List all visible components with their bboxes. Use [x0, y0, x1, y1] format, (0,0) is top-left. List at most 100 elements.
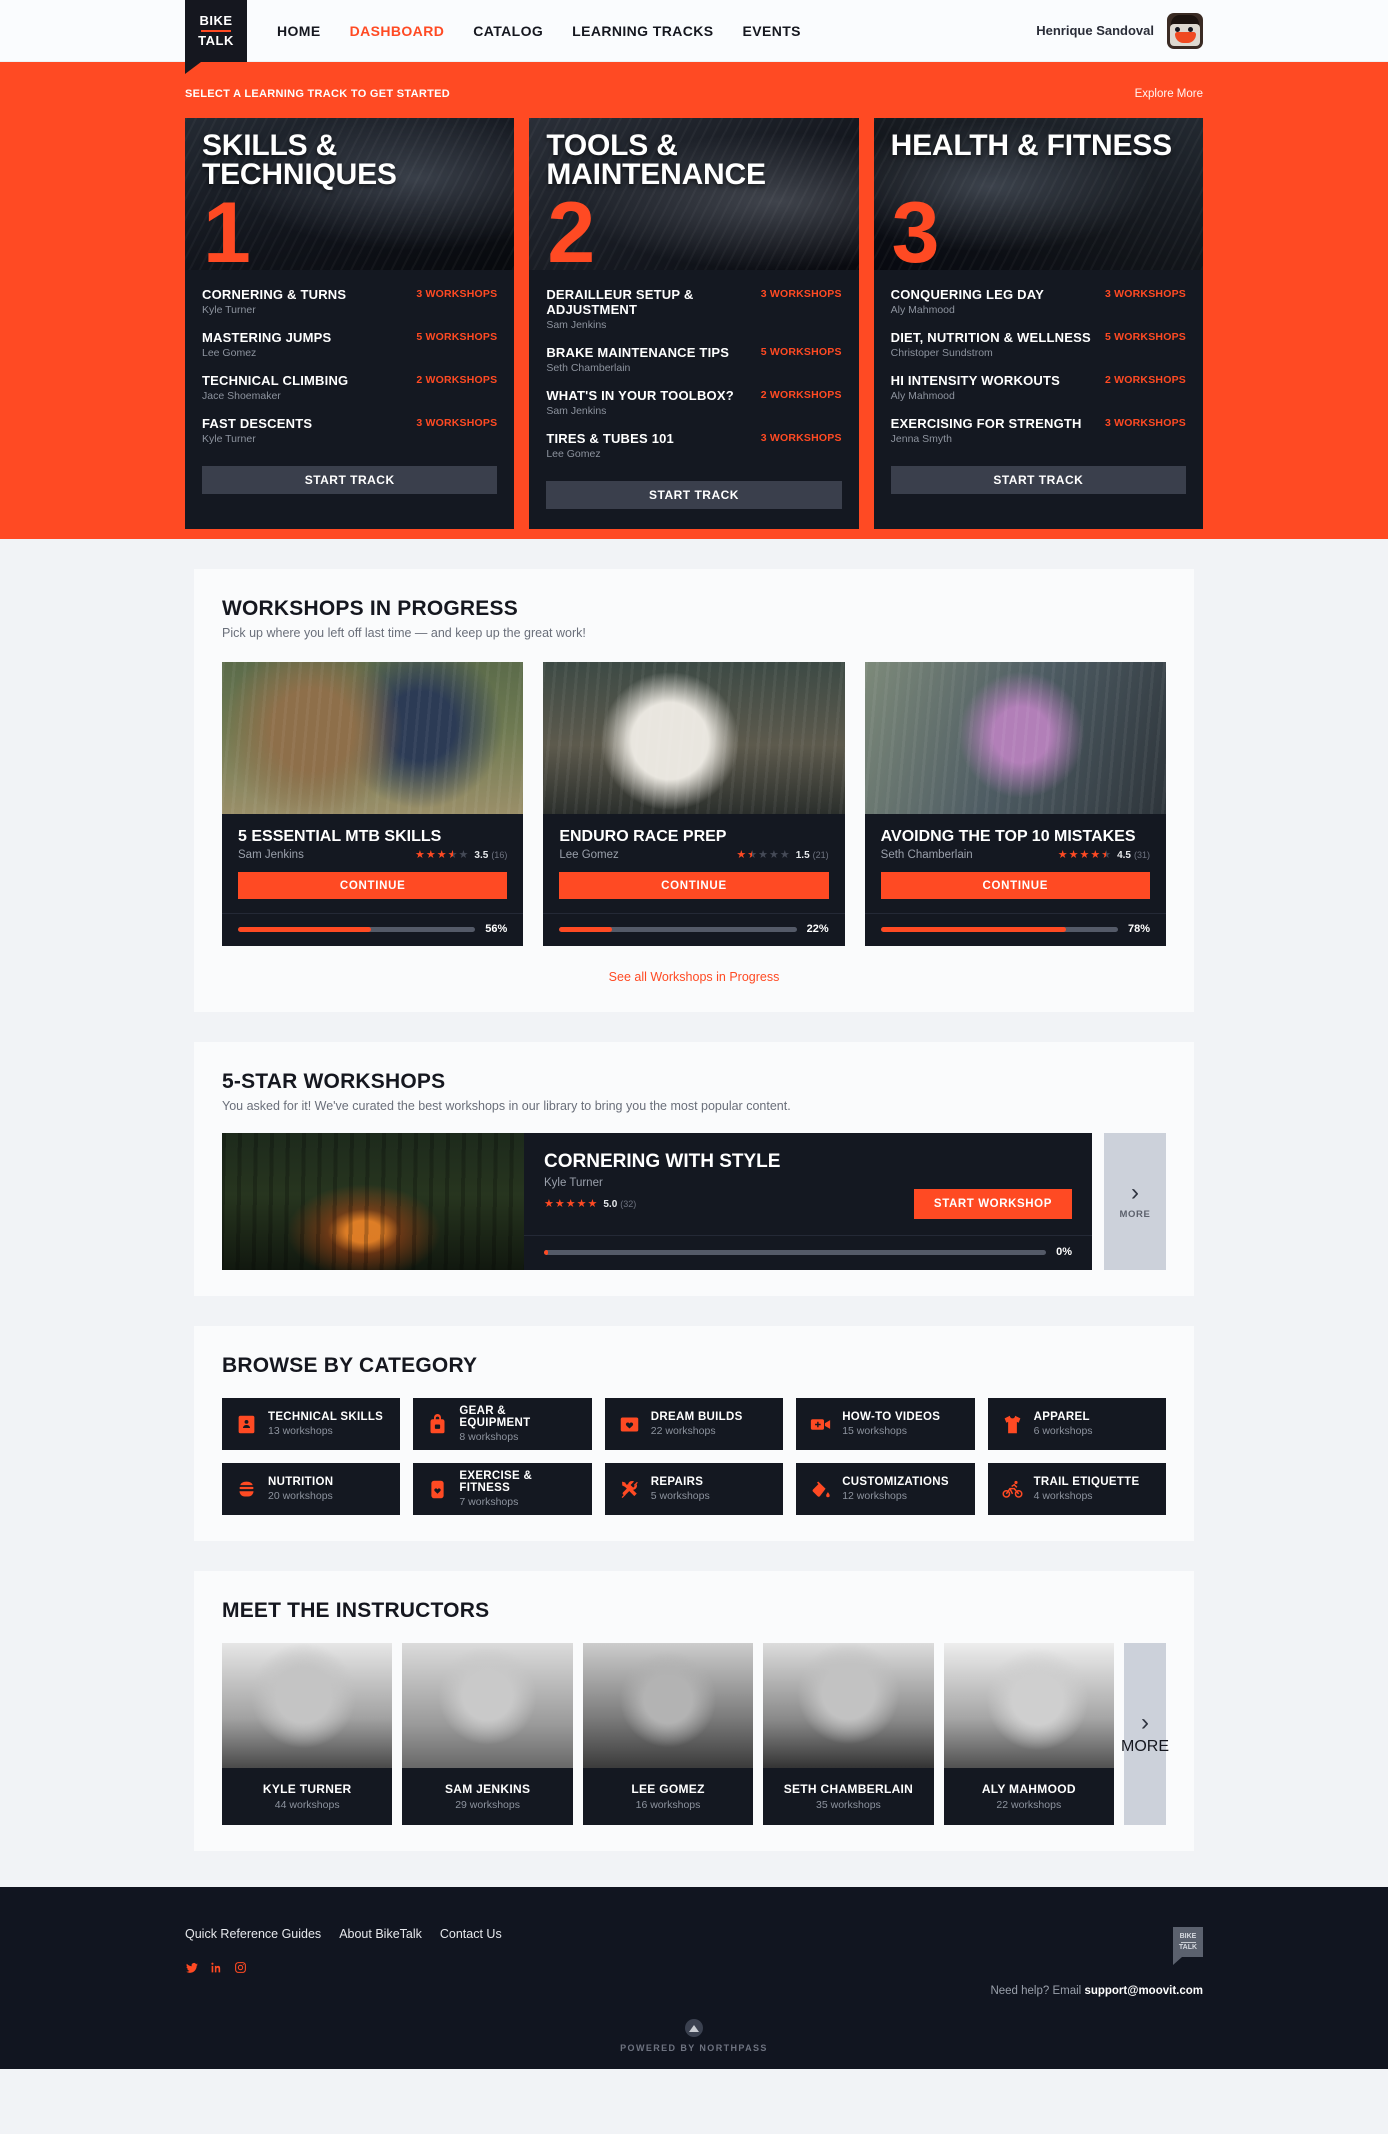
track-workshop-row[interactable]: CORNERING & TURNS Kyle Turner 3 WORKSHOPS — [202, 280, 497, 323]
track-card-number: 2 — [547, 185, 596, 270]
category-card[interactable]: NUTRITION 20 workshops — [222, 1463, 401, 1515]
category-card[interactable]: CUSTOMIZATIONS 12 workshops — [796, 1463, 975, 1515]
star-icon: ★ — [747, 848, 758, 861]
track-card-title: TOOLS & MAINTENANCE — [546, 129, 766, 191]
chevron-right-icon: › — [1131, 1179, 1139, 1206]
footer-link-1[interactable]: About BikeTalk — [339, 1927, 422, 1941]
nav-item-dashboard[interactable]: DASHBOARD — [350, 23, 445, 39]
see-all-in-progress-link[interactable]: See all Workshops in Progress — [609, 970, 780, 984]
category-count: 13 workshops — [268, 1425, 333, 1437]
track-card-image: HEALTH & FITNESS 3 — [873, 118, 1203, 270]
start-track-button[interactable]: START TRACK — [202, 466, 498, 494]
track-workshop-row[interactable]: MASTERING JUMPS Lee Gomez 5 WORKSHOPS — [202, 323, 497, 366]
star-icon: ★ — [758, 848, 768, 861]
track-workshop-title: CONQUERING LEG DAY — [890, 287, 1045, 302]
start-track-button[interactable]: START TRACK — [546, 481, 842, 509]
track-workshop-row[interactable]: DERAILLEUR SETUP & ADJUSTMENT Sam Jenkins… — [546, 280, 841, 338]
workshop-progress-card[interactable]: ENDURO RACE PREP Lee Gomez ★ ★ ★ ★ ★ 1.5 (21) CON… — [543, 662, 845, 946]
biketalk-logo[interactable]: BIKE TALK — [185, 0, 247, 74]
workshop-author: Lee Gomez — [559, 849, 619, 861]
track-workshop-row[interactable]: TIRES & TUBES 101 Lee Gomez 3 WORKSHOPS — [546, 424, 841, 467]
instructor-workshop-count: 29 workshops — [455, 1799, 520, 1811]
track-card[interactable]: HEALTH & FITNESS 3 CONQUERING LEG DAY Aly M… — [873, 118, 1203, 529]
linkedin-icon[interactable] — [210, 1961, 223, 1977]
start-workshop-button[interactable]: START WORKSHOP — [913, 1189, 1072, 1219]
category-card[interactable]: GEAR & EQUIPMENT 8 workshops — [413, 1398, 592, 1450]
category-card[interactable]: APPAREL 6 workshops — [987, 1398, 1166, 1450]
burger-icon — [236, 1479, 257, 1500]
category-card[interactable]: DREAM BUILDS 22 workshops — [604, 1398, 784, 1450]
footer-link-2[interactable]: Contact Us — [440, 1927, 502, 1941]
instagram-icon[interactable] — [234, 1961, 247, 1977]
rating-value: 4.5 — [1117, 849, 1131, 861]
category-card[interactable]: TRAIL ETIQUETTE 4 workshops — [987, 1463, 1166, 1515]
track-workshop-row[interactable]: DIET, NUTRITION & WELLNESS Christoper Sun… — [891, 323, 1186, 366]
instructor-card[interactable]: SETH CHAMBERLAIN 35 workshops — [763, 1643, 934, 1825]
featured-workshop-image — [222, 1133, 524, 1270]
continue-button[interactable]: CONTINUE — [238, 872, 508, 899]
track-workshop-count: 5 WORKSHOPS — [416, 331, 498, 343]
user-menu[interactable]: Henrique Sandoval — [1036, 12, 1203, 49]
nav-item-events[interactable]: EVENTS — [743, 23, 801, 39]
instructor-card[interactable]: SAM JENKINS 29 workshops — [402, 1643, 573, 1825]
workshop-progress-card[interactable]: 5 ESSENTIAL MTB SKILLS Sam Jenkins ★ ★ ★ ★ ★ 3.… — [222, 662, 524, 946]
star-rating-icon: ★ ★ ★ ★ ★ — [1058, 848, 1111, 861]
star-rating-icon: ★ ★ ★ ★ ★ — [415, 849, 468, 861]
category-card[interactable]: HOW-TO VIDEOS 15 workshops — [796, 1398, 975, 1450]
featured-workshop-card[interactable]: CORNERING WITH STYLE Kyle Turner ★ ★ ★ ★ ★ 5… — [222, 1133, 1092, 1270]
nav-item-home[interactable]: HOME — [277, 23, 321, 39]
track-workshop-count: 2 WORKSHOPS — [760, 389, 842, 401]
footer-link-0[interactable]: Quick Reference Guides — [185, 1927, 321, 1941]
cyclist-icon — [1002, 1479, 1023, 1500]
instructor-card[interactable]: ALY MAHMOOD 22 workshops — [943, 1643, 1115, 1825]
footer-social-links — [185, 1961, 502, 1977]
star-icon: ★ — [779, 848, 790, 861]
explore-more-link[interactable]: Explore More — [1135, 88, 1203, 100]
see-all-container: See all Workshops in Progress — [222, 968, 1166, 986]
continue-button[interactable]: CONTINUE — [880, 872, 1150, 899]
instructors-panel: MEET THE INSTRUCTORS KYLE TURNER 44 works… — [194, 1571, 1194, 1851]
star-icon: ★ — [768, 848, 779, 861]
instructor-card[interactable]: KYLE TURNER 44 workshops — [222, 1643, 393, 1825]
nav-item-catalog[interactable]: CATALOG — [473, 23, 543, 39]
track-workshop-title: EXERCISING FOR STRENGTH — [890, 416, 1082, 431]
five-star-more-button[interactable]: › MORE — [1104, 1133, 1166, 1270]
workshop-rating: ★ ★ ★ ★ ★ 3.5 (16) — [415, 849, 507, 861]
category-name: CUSTOMIZATIONS — [842, 1476, 949, 1488]
track-card[interactable]: SKILLS & TECHNIQUES 1 CORNERING & TURNS Kyl… — [185, 118, 515, 529]
hero-title: SELECT A LEARNING TRACK TO GET STARTED — [185, 88, 451, 100]
track-card[interactable]: TOOLS & MAINTENANCE 2 DERAILLEUR SETUP & A… — [529, 118, 859, 529]
learning-tracks-hero: SELECT A LEARNING TRACK TO GET STARTED E… — [0, 62, 1388, 539]
track-workshop-row[interactable]: TECHNICAL CLIMBING Jace Shoemaker 2 WORKSH… — [202, 366, 497, 409]
nav-item-learning-tracks[interactable]: LEARNING TRACKS — [572, 23, 713, 39]
category-card[interactable]: REPAIRS 5 workshops — [604, 1463, 784, 1515]
twitter-icon[interactable] — [185, 1961, 199, 1977]
avatar[interactable] — [1167, 12, 1203, 49]
track-workshop-row[interactable]: CONQUERING LEG DAY Aly Mahmood 3 WORKSHOPS — [891, 280, 1186, 323]
main-nav: HOME DASHBOARD CATALOG LEARNING TRACKS EVENT… — [277, 23, 801, 39]
track-workshop-title: TECHNICAL CLIMBING — [202, 373, 349, 388]
start-track-button[interactable]: START TRACK — [890, 466, 1186, 494]
track-workshop-row[interactable]: HI INTENSITY WORKOUTS Aly Mahmood 2 WORKSH… — [891, 366, 1186, 409]
category-card[interactable]: TECHNICAL SKILLS 13 workshops — [222, 1398, 401, 1450]
category-card[interactable]: EXERCISE & FITNESS 7 workshops — [413, 1463, 592, 1515]
user-name-label: Henrique Sandoval — [1036, 23, 1154, 38]
star-icon: ★ — [544, 1197, 554, 1210]
instructors-more-button[interactable]: › MORE — [1121, 1643, 1169, 1825]
star-icon: ★ — [1079, 848, 1090, 861]
paint-bucket-icon — [810, 1479, 831, 1500]
footer-logo-divider — [1180, 1941, 1196, 1943]
track-workshop-row[interactable]: FAST DESCENTS Kyle Turner 3 WORKSHOPS — [202, 409, 497, 452]
instructor-card[interactable]: LEE GOMEZ 16 workshops — [582, 1643, 754, 1825]
track-workshop-row[interactable]: EXERCISING FOR STRENGTH Jenna Smyth 3 WORK… — [891, 409, 1186, 452]
progress-percent: 78% — [1127, 923, 1150, 935]
track-workshop-row[interactable]: BRAKE MAINTENANCE TIPS Seth Chamberlain 5 … — [546, 338, 841, 381]
footer-help-email[interactable]: support@moovit.com — [1084, 1985, 1203, 1997]
workshop-progress-card[interactable]: AVOIDNG THE TOP 10 MISTAKES Seth Chamberl… — [864, 662, 1166, 946]
progress-bar — [880, 926, 1118, 932]
track-workshop-row[interactable]: WHAT'S IN YOUR TOOLBOX? Sam Jenkins 2 WORK… — [546, 381, 841, 424]
continue-button[interactable]: CONTINUE — [559, 872, 829, 899]
category-name: EXERCISE & FITNESS — [459, 1470, 533, 1494]
chevron-right-icon: › — [1141, 1708, 1150, 1736]
instructor-workshop-count: 35 workshops — [816, 1799, 881, 1811]
